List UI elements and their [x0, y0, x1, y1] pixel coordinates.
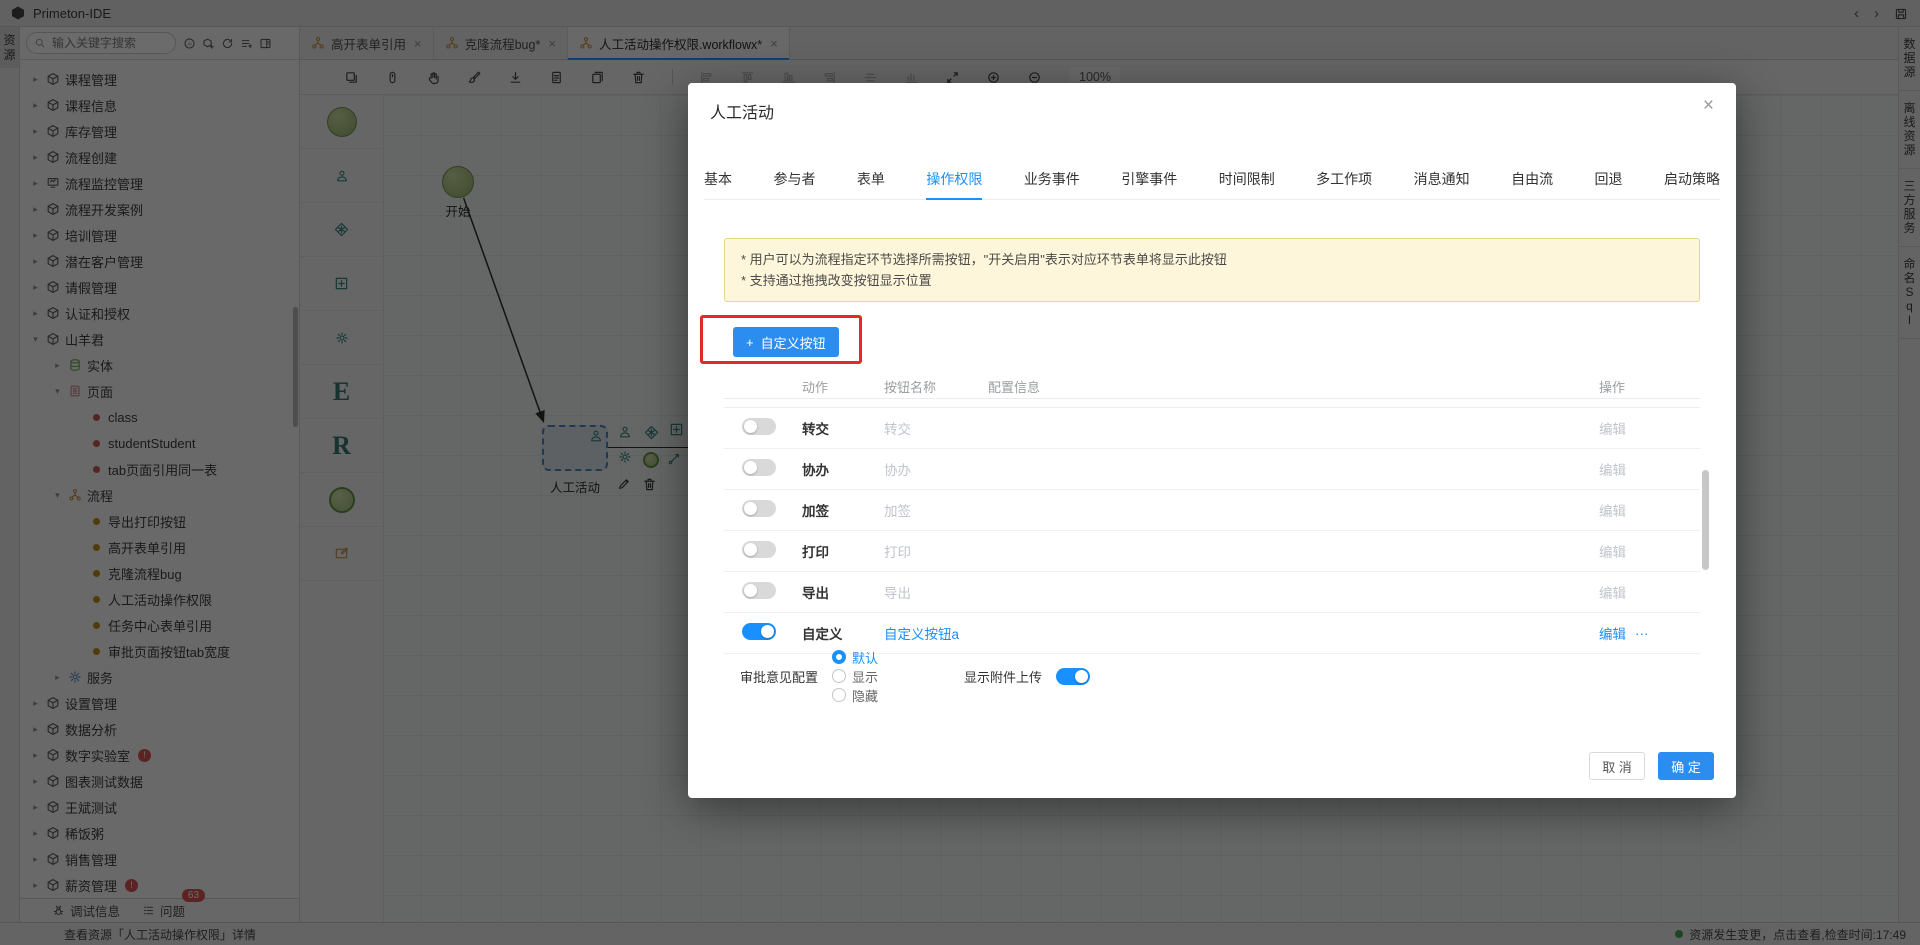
permission-table-header: 动作 按钮名称 配置信息 操作 [724, 374, 1700, 398]
radio-icon[interactable] [832, 650, 847, 664]
dialog-tab[interactable]: 参与者 [773, 158, 815, 199]
edit-link: 编辑 [1599, 504, 1626, 519]
permission-row: 导出 导出 编辑 [724, 572, 1700, 613]
dialog-tab[interactable]: 表单 [857, 158, 885, 199]
dialog-tab[interactable]: 业务事件 [1024, 158, 1080, 199]
opinion-radio[interactable]: 显示 [832, 667, 878, 686]
opinion-label: 审批意见配置 [740, 669, 819, 685]
action-label: 协办 [802, 463, 829, 478]
scrolled-row-sliver [724, 398, 1700, 408]
dialog-tab[interactable]: 回退 [1595, 158, 1623, 199]
notice-line-1: * 用户可以为流程指定环节选择所需按钮，"开关启用"表示对应环节表单将显示此按钮 [741, 252, 1227, 267]
dialog-title: 人工活动 [710, 105, 775, 122]
opinion-radio[interactable]: 默认 [832, 648, 878, 667]
button-name: 加签 [884, 504, 911, 519]
button-name: 打印 [884, 545, 911, 560]
permission-row: 转交 转交 编辑 [724, 408, 1700, 449]
dialog-tab[interactable]: 启动策略 [1664, 158, 1720, 199]
row-toggle[interactable] [742, 418, 776, 435]
row-toggle[interactable] [742, 582, 776, 599]
edit-link: 编辑 [1599, 422, 1626, 437]
button-name: 转交 [884, 422, 911, 437]
radio-icon[interactable] [832, 688, 847, 702]
row-toggle[interactable] [742, 459, 776, 476]
radio-label: 默认 [852, 650, 879, 666]
dialog-tab[interactable]: 引擎事件 [1121, 158, 1177, 199]
action-label: 加签 [802, 504, 829, 519]
notice-box: * 用户可以为流程指定环节选择所需按钮，"开关启用"表示对应环节表单将显示此按钮… [724, 238, 1700, 302]
edit-link: 编辑 [1599, 545, 1626, 560]
permission-row: 打印 打印 编辑 [724, 531, 1700, 572]
attachment-toggle[interactable] [1056, 667, 1091, 685]
permission-row: 加签 加签 编辑 [724, 490, 1700, 531]
edit-link[interactable]: 编辑 [1599, 623, 1626, 643]
radio-label: 隐藏 [852, 688, 879, 704]
add-custom-button[interactable]: + 自定义按钮 [733, 327, 839, 357]
dialog-tab[interactable]: 自由流 [1511, 158, 1553, 199]
button-name[interactable]: 自定义按钮a [884, 623, 988, 643]
row-toggle[interactable] [742, 623, 776, 640]
table-scrollbar[interactable] [1702, 470, 1709, 570]
row-toggle[interactable] [742, 500, 776, 517]
opinion-config-row: 审批意见配置 默认显示隐藏 显示附件上传 [724, 650, 1700, 704]
plus-icon: + [746, 334, 754, 350]
row-toggle[interactable] [742, 541, 776, 558]
more-actions-icon[interactable]: ··· [1635, 626, 1649, 641]
action-label: 打印 [802, 545, 829, 560]
cancel-button[interactable]: 取 消 [1589, 752, 1645, 780]
notice-line-2: * 支持通过拖拽改变按钮显示位置 [741, 273, 932, 288]
ok-button[interactable]: 确 定 [1658, 752, 1714, 780]
dialog-tab[interactable]: 消息通知 [1414, 158, 1470, 199]
edit-link: 编辑 [1599, 463, 1626, 478]
permission-row: 协办 协办 编辑 [724, 449, 1700, 490]
opinion-radio[interactable]: 隐藏 [832, 686, 878, 705]
button-name: 导出 [884, 586, 911, 601]
action-label: 转交 [802, 422, 829, 437]
action-label: 自定义 [802, 627, 843, 642]
radio-label: 显示 [852, 669, 879, 685]
col-config-info: 配置信息 [988, 379, 1041, 395]
dialog-tab[interactable]: 多工作项 [1316, 158, 1372, 199]
dialog-tab[interactable]: 时间限制 [1219, 158, 1275, 199]
col-button-name: 按钮名称 [884, 379, 937, 395]
button-name: 协办 [884, 463, 911, 478]
radio-icon[interactable] [832, 669, 847, 683]
action-label: 导出 [802, 586, 829, 601]
col-action: 动作 [802, 379, 829, 395]
dialog-tab-bar: 基本 参与者 表单 操作权限 业务事件 引擎事件 时间限制 多工作项 消息通知 自由流 回退 启动策略 [704, 158, 1720, 200]
attachment-label: 显示附件上传 [964, 669, 1043, 685]
dialog-tab[interactable]: 基本 [704, 158, 732, 199]
manual-activity-dialog: 人工活动 × 基本 参与者 表单 操作权限 业务事件 引擎事件 时间限制 多工作项 消息通知 自由… [688, 83, 1736, 798]
col-operation: 操作 [1599, 379, 1626, 395]
edit-link: 编辑 [1599, 586, 1626, 601]
close-icon[interactable]: × [1703, 95, 1714, 117]
dialog-tab[interactable]: 操作权限 [926, 158, 983, 200]
